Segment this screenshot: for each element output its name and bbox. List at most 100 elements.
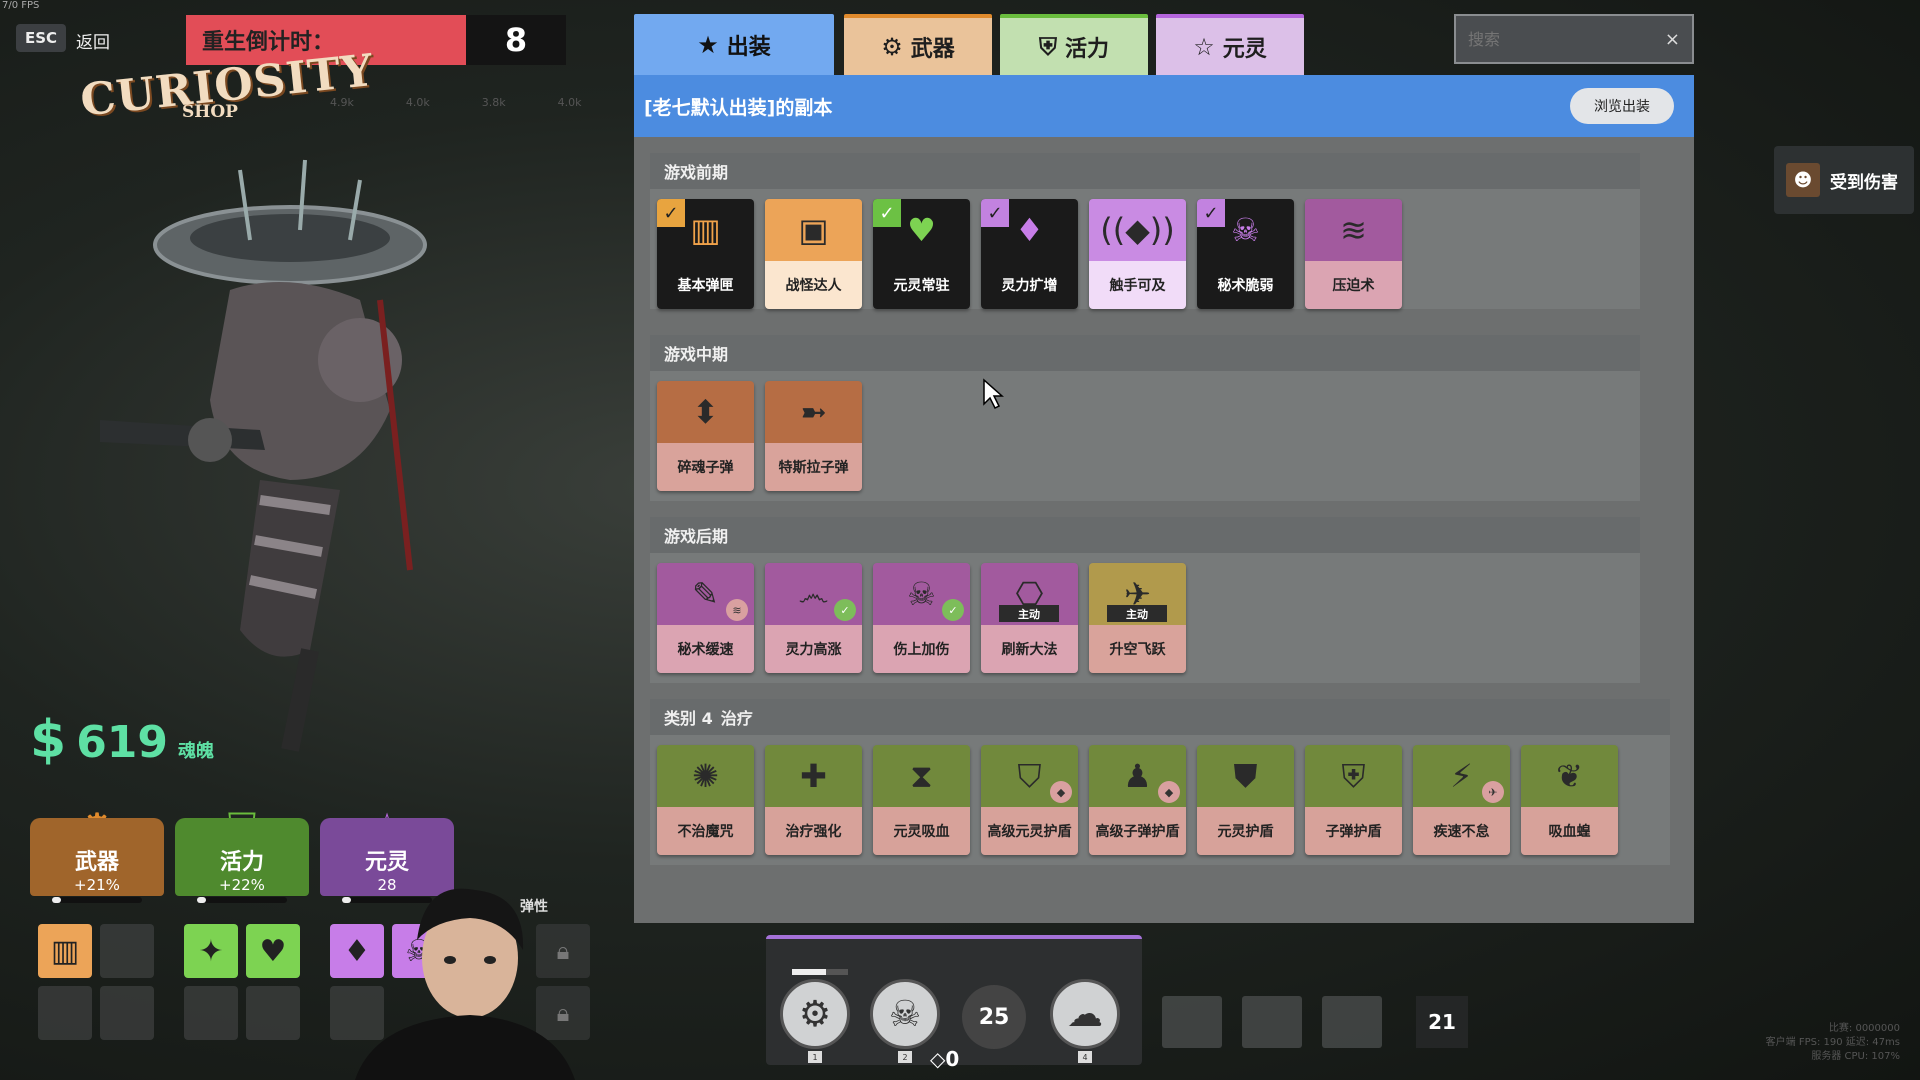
active-item-slot[interactable] <box>1162 996 1222 1048</box>
shop-item[interactable]: ⛉ ◆ 高级元灵护盾 <box>981 745 1078 855</box>
leech-icon: ❦ <box>1521 745 1618 807</box>
shop-item[interactable]: ♟ ◆ 高级子弹护盾 <box>1089 745 1186 855</box>
signal-icon: ((◆)) <box>1089 199 1186 261</box>
skull-target-icon: ☠ ✓ <box>1197 199 1294 261</box>
item-label: 灵力高涨 <box>765 625 862 673</box>
shop-item[interactable]: ➼ 特斯拉子弹 <box>765 381 862 491</box>
vitality-stat-card[interactable]: 活力 +22% <box>175 818 309 896</box>
close-icon[interactable]: × <box>1665 29 1680 50</box>
item-label: 治疗强化 <box>765 807 862 855</box>
item-label: 子弹护盾 <box>1305 807 1402 855</box>
owned-slot-magazine-icon[interactable]: ▥ <box>38 924 92 978</box>
tab-weapon[interactable]: ⚙ 武器 <box>844 14 992 75</box>
owned-slot-heart-icon[interactable]: ♥ <box>246 924 300 978</box>
item-label: 吸血蝗 <box>1521 807 1618 855</box>
empty-weapon-slot[interactable] <box>100 924 154 978</box>
shop-item[interactable]: ♥ ✓ 元灵常驻 <box>873 199 970 309</box>
tab-vitality-label: 活力 <box>1064 36 1109 62</box>
shop-item[interactable]: ✚ 治疗强化 <box>765 745 862 855</box>
shatter-bullet-icon: ⬍ <box>657 381 754 443</box>
item-label: 基本弹匣 <box>657 261 754 309</box>
mouse-cursor-icon <box>983 378 1004 410</box>
search-box[interactable]: × <box>1454 14 1694 64</box>
speed-icon: ⚡ ✈ <box>1413 745 1510 807</box>
shop-item[interactable]: ෴ ✓ 灵力高涨 <box>765 563 862 673</box>
shop-item[interactable]: ⛊ 元灵护盾 <box>1197 745 1294 855</box>
weapon-stat-name: 武器 <box>74 850 119 875</box>
soul-unit: 魂魄 <box>178 741 215 762</box>
heal-boost-icon: ✚ <box>765 745 862 807</box>
back-label[interactable]: 返回 <box>76 28 110 53</box>
item-label: 元灵吸血 <box>873 807 970 855</box>
item-label: 战怪达人 <box>765 261 862 309</box>
shop-item[interactable]: ✺ 不治魔咒 <box>657 745 754 855</box>
ability-4-storm-icon[interactable]: ☁ <box>1050 979 1120 1049</box>
checkmark-icon: ✓ <box>873 199 901 227</box>
background-stats: 4.9k 4.0k 3.8k 4.0k <box>330 96 582 109</box>
streamer-webcam <box>355 888 575 1080</box>
hero-character <box>100 159 427 752</box>
shop-item[interactable]: ((◆)) 触手可及 <box>1089 199 1186 309</box>
refresher-icon: ⎔ 主动 <box>981 563 1078 625</box>
shop-item[interactable]: ✈ 主动 升空飞跃 <box>1089 563 1186 673</box>
active-item-slot[interactable] <box>1322 996 1382 1048</box>
ability-3-cooldown[interactable]: 25 <box>962 985 1026 1049</box>
spirit-stat-name: 元灵 <box>364 850 409 875</box>
shop-item[interactable]: ✎ ≋ 秘术缓速 <box>657 563 754 673</box>
magazine-icon: ▥ ✓ <box>657 199 754 261</box>
empty-vitality-slot[interactable] <box>246 986 300 1040</box>
shop-item[interactable]: ⛨ 子弹护盾 <box>1305 745 1402 855</box>
active-tag: 主动 <box>1107 605 1167 622</box>
shop-item[interactable]: ❦ 吸血蝗 <box>1521 745 1618 855</box>
section-title: 类别 4 治疗 <box>650 699 1670 735</box>
shop-item[interactable]: ⬍ 碎魂子弹 <box>657 381 754 491</box>
shop-item[interactable]: ≋ 压迫术 <box>1305 199 1402 309</box>
item-label: 升空飞跃 <box>1089 625 1186 673</box>
curiosity-shop-logo: CURIOSITY SHOP <box>78 45 376 132</box>
tab-spirit[interactable]: ☆ 元灵 <box>1156 14 1304 75</box>
tab-build[interactable]: ★ 出装 <box>634 14 834 75</box>
weapon-stat-card[interactable]: 武器 +21% <box>30 818 164 896</box>
ability-2-skull-icon[interactable]: ☠ <box>870 979 940 1049</box>
damage-text: 受到伤害 <box>1830 172 1898 193</box>
robot-icon: ▣ <box>765 199 862 261</box>
ability-bar: ⚙ 1 ☠ 2 25 ◇0 ☁ 4 <box>766 935 1142 1071</box>
empty-weapon-slot[interactable] <box>100 986 154 1040</box>
section-late-game: 游戏后期 ✎ ≋ 秘术缓速 ෴ ✓ 灵力高涨 ☠ ✓ 伤上加伤 ⎔ 主动 刷新大法 ✈ 主… <box>650 517 1640 683</box>
item-label: 碎魂子弹 <box>657 443 754 491</box>
esc-button[interactable]: ESC <box>16 24 66 52</box>
badge-icon: ◆ <box>1158 781 1180 803</box>
shop-item[interactable]: ▣ 战怪达人 <box>765 199 862 309</box>
search-input[interactable] <box>1468 29 1648 49</box>
ghost-stat: 4.0k <box>405 96 430 109</box>
shop-item[interactable]: ⎔ 主动 刷新大法 <box>981 563 1078 673</box>
weapon-stat-value: +21% <box>74 876 120 894</box>
shop-item[interactable]: ⧗ 元灵吸血 <box>873 745 970 855</box>
soul-amount: 619 <box>76 717 169 768</box>
shop-item[interactable]: ☠ ✓ 秘术脆弱 <box>1197 199 1294 309</box>
shop-item[interactable]: ♦ ✓ 灵力扩增 <box>981 199 1078 309</box>
tab-vitality[interactable]: ⛨ 活力 <box>1000 14 1148 75</box>
shop-item[interactable]: ⚡ ✈ 疾速不怠 <box>1413 745 1510 855</box>
ability-1-gear-icon[interactable]: ⚙ <box>780 979 850 1049</box>
lifesteal-icon: ⧗ <box>873 745 970 807</box>
item-label: 高级元灵护盾 <box>981 807 1078 855</box>
attacker-avatar: ☻ <box>1786 163 1820 197</box>
empty-weapon-slot[interactable] <box>38 986 92 1040</box>
star-icon: ★ <box>697 30 719 59</box>
shop-item[interactable]: ▥ ✓ 基本弹匣 <box>657 199 754 309</box>
item-label: 秘术缓速 <box>657 625 754 673</box>
bullet-shield-basic-icon: ⛨ <box>1305 745 1402 807</box>
checkmark-icon: ✓ <box>981 199 1009 227</box>
empty-vitality-slot[interactable] <box>184 986 238 1040</box>
gear-icon: ⚙ <box>881 32 903 61</box>
browse-builds-button[interactable]: 浏览出装 <box>1570 88 1674 124</box>
spirit-heart-icon: ♦ ✓ <box>981 199 1078 261</box>
badge-icon: ≋ <box>726 599 748 621</box>
perf-line: 客户端 FPS: 190 延迟: 47ms <box>1765 1037 1900 1048</box>
owned-check-icon: ✓ <box>834 599 856 621</box>
active-item-slot[interactable] <box>1242 996 1302 1048</box>
shop-item[interactable]: ☠ ✓ 伤上加伤 <box>873 563 970 673</box>
slow-hex-icon: ✎ ≋ <box>657 563 754 625</box>
owned-slot-vitality-icon[interactable]: ✦ <box>184 924 238 978</box>
